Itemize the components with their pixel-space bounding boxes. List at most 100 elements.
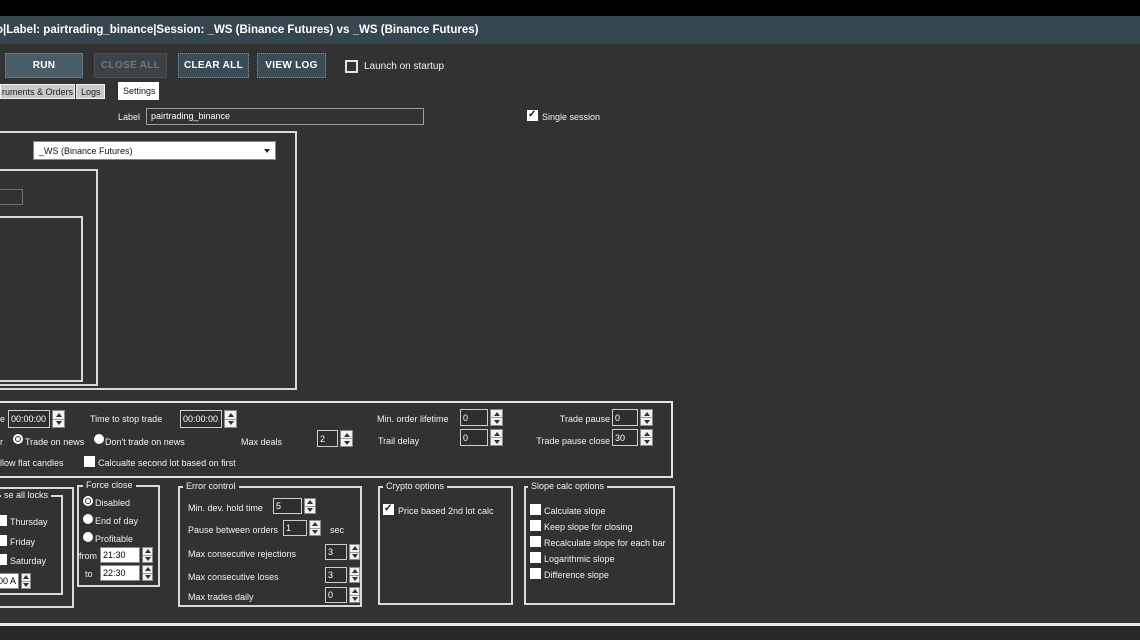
force-close-to-spin-buttons[interactable] [142,565,153,581]
locks-time-value[interactable]: 0:00 A [0,573,19,589]
difference-slope-checkbox[interactable] [530,568,541,579]
spinner-down-icon[interactable] [491,418,502,425]
spinner-down-icon[interactable] [341,439,352,446]
instrument-input[interactable] [0,189,23,205]
keep-slope-checkbox[interactable] [530,520,541,531]
close-all-button[interactable]: CLOSE ALL [94,53,167,78]
view-log-button[interactable]: VIEW LOG [257,53,326,78]
label-field-input[interactable]: pairtrading_binance [146,108,424,125]
saturday-checkbox[interactable] [0,554,7,565]
spinner-down-icon[interactable] [641,418,652,425]
locks-time-spinner[interactable]: 0:00 A [0,573,31,589]
pause-between-orders-spin-buttons[interactable] [309,520,321,536]
max-deals-value[interactable]: 2 [317,430,338,447]
locks-time-spin-buttons[interactable] [21,573,31,589]
trade-pause-close-spinner[interactable]: 30 [612,429,653,446]
spinner-up-icon[interactable] [310,521,320,529]
min-dev-hold-time-spinner[interactable]: 5 [273,498,316,514]
clear-all-button[interactable]: CLEAR ALL [178,53,249,78]
spinner-down-icon[interactable] [491,438,502,445]
tab-settings[interactable]: Settings [118,82,159,100]
spinner-up-icon[interactable] [491,410,502,418]
tab-logs[interactable]: Logs [76,84,105,99]
spinner-up-icon[interactable] [53,411,64,420]
trade-pause-close-value[interactable]: 30 [612,429,638,446]
spinner-up-icon[interactable] [143,566,152,574]
min-dev-hold-time-value[interactable]: 5 [273,498,302,514]
trade-pause-spin-buttons[interactable] [640,409,653,426]
spinner-down-icon[interactable] [225,420,236,428]
time-stop-spin-buttons[interactable] [224,410,237,428]
run-button[interactable]: RUN [5,53,83,78]
time-stop-spinner[interactable]: 00:00:00 [180,410,237,428]
spinner-up-icon[interactable] [341,431,352,439]
spinner-down-icon[interactable] [143,574,152,581]
max-consecutive-rejections-spin-buttons[interactable] [349,544,360,560]
spinner-up-icon[interactable] [143,548,152,556]
min-dev-hold-time-spin-buttons[interactable] [304,498,316,514]
force-close-from-spinner[interactable]: 21:30 [100,547,153,563]
max-consecutive-rejections-spinner[interactable]: 3 [325,544,360,560]
spinner-up-icon[interactable] [22,574,30,582]
spinner-up-icon[interactable] [350,568,359,576]
spinner-down-icon[interactable] [350,596,359,603]
trail-delay-value[interactable]: 0 [460,429,488,446]
spinner-up-icon[interactable] [491,430,502,438]
time-start-spinner[interactable]: 00:00:00 [8,410,65,428]
trade-pause-close-spin-buttons[interactable] [640,429,653,446]
launch-on-startup-checkbox[interactable] [345,60,358,73]
recalculate-slope-checkbox[interactable] [530,536,541,547]
spinner-down-icon[interactable] [22,582,30,589]
trade-pause-spinner[interactable]: 0 [612,409,653,426]
force-close-from-value[interactable]: 21:30 [100,547,140,563]
friday-checkbox[interactable] [0,535,7,546]
calculate-slope-checkbox[interactable] [530,504,541,515]
pause-between-orders-value[interactable]: 1 [283,520,307,536]
spinner-down-icon[interactable] [350,576,359,583]
max-consecutive-rejections-value[interactable]: 3 [325,544,347,560]
single-session-checkbox[interactable] [527,110,538,121]
min-order-lifetime-spin-buttons[interactable] [490,409,503,426]
min-order-lifetime-spinner[interactable]: 0 [460,409,503,426]
tab-instruments-orders[interactable]: ruments & Orders [0,84,75,99]
spinner-down-icon[interactable] [641,438,652,445]
calc-second-lot-checkbox[interactable] [84,456,95,467]
time-start-spin-buttons[interactable] [52,410,65,428]
spinner-up-icon[interactable] [350,545,359,553]
spinner-up-icon[interactable] [641,410,652,418]
spinner-down-icon[interactable] [310,529,320,536]
force-close-to-value[interactable]: 22:30 [100,565,140,581]
max-consecutive-loses-value[interactable]: 3 [325,567,347,583]
trail-delay-spin-buttons[interactable] [490,429,503,446]
spinner-down-icon[interactable] [143,556,152,563]
force-close-profitable-radio[interactable] [83,532,93,542]
max-trades-daily-value[interactable]: 0 [325,587,347,603]
force-close-from-spin-buttons[interactable] [142,547,153,563]
spinner-down-icon[interactable] [305,507,315,514]
time-stop-value[interactable]: 00:00:00 [180,410,222,428]
spinner-up-icon[interactable] [350,588,359,596]
dont-trade-on-news-radio[interactable] [94,434,104,444]
session-dropdown[interactable]: _WS (Binance Futures) [33,141,276,160]
max-consecutive-loses-spin-buttons[interactable] [349,567,360,583]
spinner-up-icon[interactable] [641,430,652,438]
max-trades-daily-spin-buttons[interactable] [349,587,360,603]
price-based-2nd-lot-checkbox[interactable] [383,504,394,515]
trade-pause-value[interactable]: 0 [612,409,638,426]
spinner-down-icon[interactable] [53,420,64,428]
trail-delay-spinner[interactable]: 0 [460,429,503,446]
logarithmic-slope-checkbox[interactable] [530,552,541,563]
pause-between-orders-spinner[interactable]: 1 [283,520,321,536]
max-deals-spinner[interactable]: 2 [317,430,353,447]
spinner-up-icon[interactable] [225,411,236,420]
thursday-checkbox[interactable] [0,515,7,526]
force-close-to-spinner[interactable]: 22:30 [100,565,153,581]
min-order-lifetime-value[interactable]: 0 [460,409,488,426]
force-close-end-of-day-radio[interactable] [83,514,93,524]
max-trades-daily-spinner[interactable]: 0 [325,587,360,603]
time-start-value[interactable]: 00:00:00 [8,410,50,428]
max-consecutive-loses-spinner[interactable]: 3 [325,567,360,583]
spinner-up-icon[interactable] [305,499,315,507]
trade-on-news-radio[interactable] [13,434,23,444]
force-close-disabled-radio[interactable] [83,496,93,506]
